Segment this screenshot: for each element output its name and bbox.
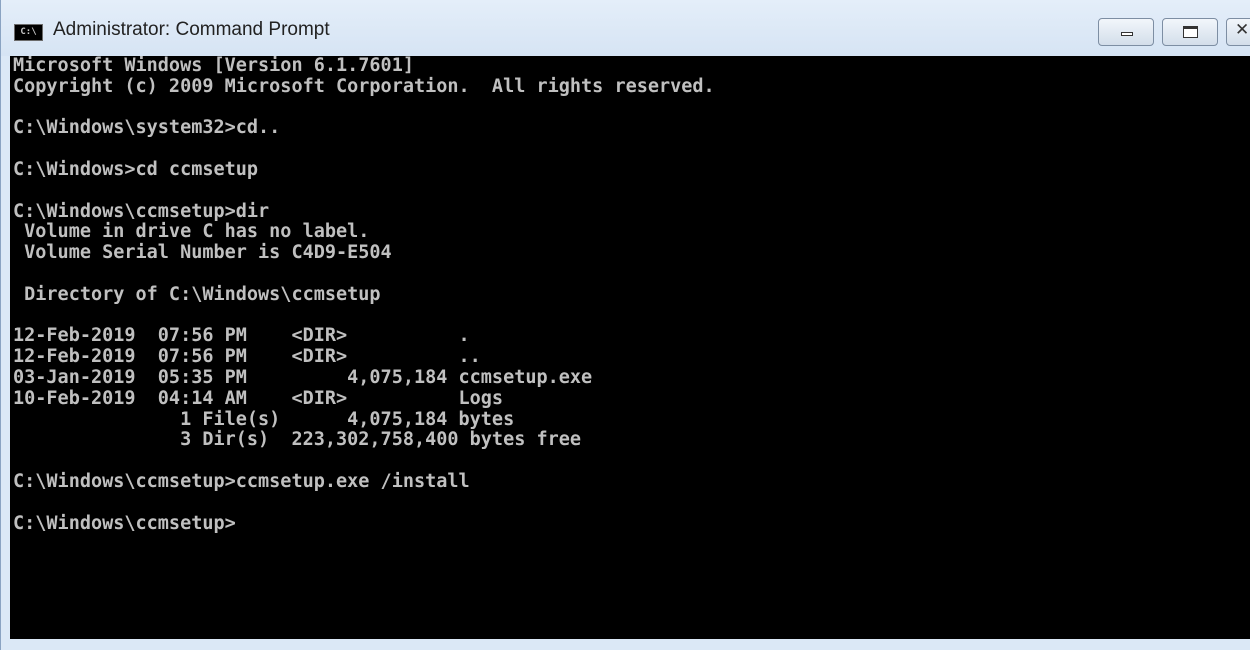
console-line: C:\Windows>cd ccmsetup — [13, 158, 259, 180]
close-button[interactable]: ✕ — [1226, 18, 1250, 46]
minimize-icon — [1121, 32, 1133, 36]
maximize-icon — [1183, 26, 1198, 38]
console-line: 03-Jan-2019 05:35 PM 4,075,184 ccmsetup.… — [13, 366, 593, 388]
console-line: Copyright (c) 2009 Microsoft Corporation… — [13, 75, 715, 97]
console-line: 12-Feb-2019 07:56 PM <DIR> .. — [13, 346, 481, 368]
command-prompt-window: C:\ Administrator: Command Prompt ✕ Micr… — [0, 0, 1250, 650]
minimize-button[interactable] — [1098, 18, 1154, 46]
console-line: Microsoft Windows [Version 6.1.7601] — [13, 56, 414, 76]
close-icon: ✕ — [1235, 20, 1250, 40]
console-line: C:\Windows\ccmsetup>ccmsetup.exe /instal… — [13, 470, 470, 492]
console-line: Volume Serial Number is C4D9-E504 — [13, 242, 392, 264]
console-line: C:\Windows\ccmsetup> — [13, 512, 236, 534]
console-line: 10-Feb-2019 04:14 AM <DIR> Logs — [13, 387, 504, 409]
cmd-icon[interactable]: C:\ — [14, 24, 43, 41]
maximize-button[interactable] — [1162, 18, 1218, 46]
console-area[interactable]: Microsoft Windows [Version 6.1.7601] Copy… — [10, 56, 1250, 639]
console-output: Microsoft Windows [Version 6.1.7601] Copy… — [10, 56, 1250, 534]
console-line: C:\Windows\ccmsetup>dir — [13, 200, 270, 222]
title-bar[interactable]: C:\ Administrator: Command Prompt ✕ — [1, 0, 1250, 56]
console-line: 1 File(s) 4,075,184 bytes — [13, 408, 515, 430]
window-title: Administrator: Command Prompt — [53, 19, 330, 40]
console-line: Directory of C:\Windows\ccmsetup — [13, 283, 381, 305]
console-line: 12-Feb-2019 07:56 PM <DIR> . — [13, 325, 470, 347]
console-line: C:\Windows\system32>cd.. — [13, 117, 281, 139]
console-line: 3 Dir(s) 223,302,758,400 bytes free — [13, 429, 582, 451]
console-line: Volume in drive C has no label. — [13, 221, 370, 243]
